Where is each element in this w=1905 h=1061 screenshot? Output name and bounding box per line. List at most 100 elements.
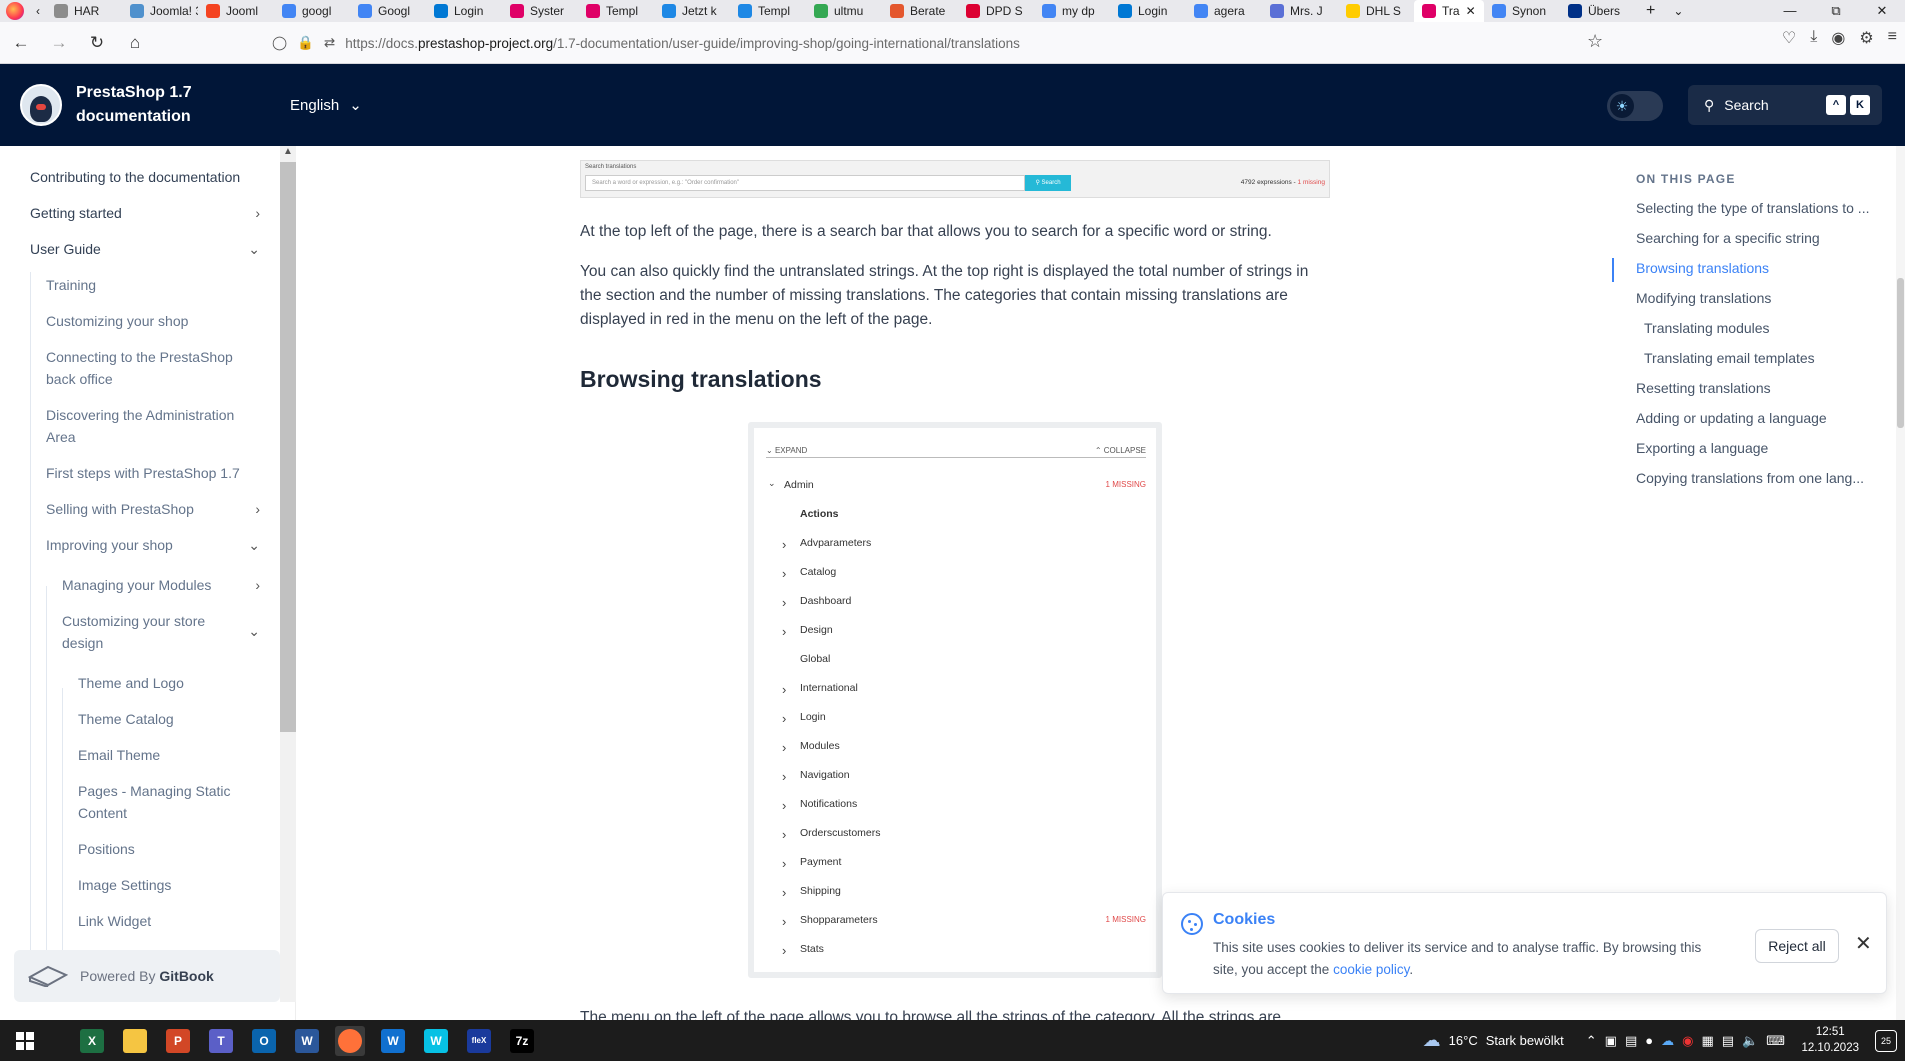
toc-item[interactable]: Copying translations from one lang... (1636, 470, 1876, 486)
sidebar-item-customizing-store-design[interactable]: Customizing your store design ⌄ (62, 610, 260, 654)
chevron-down-icon[interactable]: ⌄ (248, 534, 260, 556)
tray-app-icon[interactable]: ◉ (1682, 1033, 1693, 1049)
page-scrollbar[interactable] (1896, 146, 1905, 1020)
sidebar-item-discovering-admin[interactable]: Discovering the Administration Area (46, 404, 246, 448)
home-icon[interactable]: ⌂ (118, 28, 152, 58)
toc-item[interactable]: Translating email templates (1644, 350, 1884, 366)
shield-icon[interactable]: ◯ (272, 35, 287, 51)
account-icon[interactable]: ◉ (1831, 28, 1845, 48)
firefox-icon[interactable] (335, 1025, 365, 1056)
webex-meetings-icon[interactable]: W (421, 1026, 451, 1056)
search-button[interactable]: ⚲ Search ^ K (1688, 85, 1882, 125)
toc-item[interactable]: Exporting a language (1636, 440, 1876, 456)
toc-item[interactable]: Selecting the type of translations to ..… (1636, 200, 1876, 216)
windows-start-icon[interactable] (10, 1026, 40, 1056)
firefox-menu-icon[interactable] (6, 2, 24, 20)
browser-tab[interactable]: Syster (502, 0, 578, 22)
browser-tab[interactable]: Jooml (198, 0, 274, 22)
toc-item[interactable]: Modifying translations (1636, 290, 1876, 306)
webex-icon[interactable]: W (378, 1026, 408, 1056)
weather-cloud-icon[interactable]: ☁ (1423, 1030, 1441, 1051)
browser-tab[interactable]: Übers (1560, 0, 1636, 22)
sidebar-item-pages-static-content[interactable]: Pages - Managing Static Content (78, 780, 248, 824)
teams-icon[interactable]: T (206, 1026, 236, 1056)
lock-icon[interactable]: 🔒 (297, 35, 314, 51)
chevron-right-icon[interactable]: › (255, 498, 260, 520)
sidebar-item-first-steps[interactable]: First steps with PrestaShop 1.7 (46, 462, 260, 484)
list-all-tabs-icon[interactable]: ⌄ (1673, 4, 1683, 18)
sidebar-item-theme-catalog[interactable]: Theme Catalog (78, 708, 260, 730)
downloads-icon[interactable]: ⤓ (1810, 28, 1817, 48)
prestashop-logo[interactable] (20, 84, 62, 126)
sidebar-scroll-thumb[interactable] (280, 162, 296, 732)
taskbar-clock[interactable]: 12:51 12.10.2023 (1801, 1024, 1859, 1056)
reload-icon[interactable]: ↻ (80, 28, 114, 58)
word-icon[interactable]: W (292, 1026, 322, 1056)
toc-item[interactable]: Translating modules (1644, 320, 1884, 336)
browser-tab[interactable]: agera (1186, 0, 1262, 22)
7zip-icon[interactable]: 7z (507, 1026, 537, 1056)
weather-desc[interactable]: Stark bewölkt (1486, 1033, 1564, 1048)
sidebar-item-image-settings[interactable]: Image Settings (78, 874, 260, 896)
site-title[interactable]: PrestaShop 1.7 documentation (76, 81, 236, 129)
sidebar-item-contributing[interactable]: Contributing to the documentation (30, 166, 270, 188)
reject-all-button[interactable]: Reject all (1755, 929, 1839, 963)
back-icon[interactable]: ← (4, 28, 38, 58)
browser-tab[interactable]: my dp (1034, 0, 1110, 22)
tray-app-icon[interactable]: ▦ (1701, 1033, 1713, 1049)
browser-tab[interactable]: Synon (1484, 0, 1560, 22)
notification-center-icon[interactable]: 25 (1875, 1030, 1897, 1052)
flex-icon[interactable]: fleX (464, 1026, 494, 1056)
url-bar[interactable]: ◯ 🔒 ⇄ https://docs.prestashop-project.or… (262, 28, 1622, 58)
browser-tab[interactable]: Berate (882, 0, 958, 22)
close-tab-icon[interactable]: ✕ (1466, 4, 1476, 18)
outlook-icon[interactable]: O (249, 1026, 279, 1056)
weather-temp[interactable]: 16°C (1449, 1033, 1478, 1048)
sidebar-item-connecting-back-office[interactable]: Connecting to the PrestaShop back office (46, 346, 246, 390)
minimize-window-icon[interactable]: — (1767, 3, 1813, 19)
section-heading-browsing[interactable]: Browsing translations (580, 366, 822, 393)
onedrive-icon[interactable]: ☁ (1661, 1033, 1674, 1049)
browser-tab[interactable]: Login (426, 0, 502, 22)
pocket-icon[interactable]: ♡ (1782, 28, 1796, 48)
toc-item[interactable]: Adding or updating a language (1636, 410, 1876, 426)
language-selector[interactable]: English ⌄ (290, 96, 362, 115)
tray-app-icon[interactable]: ▣ (1605, 1033, 1617, 1049)
file-explorer-icon[interactable] (120, 1026, 150, 1056)
browser-tab[interactable]: ultmu (806, 0, 882, 22)
forward-icon[interactable]: → (42, 28, 76, 58)
browser-tab[interactable]: Joomla! 3 (122, 0, 198, 22)
sidebar-item-positions[interactable]: Positions (78, 838, 260, 860)
browser-tab[interactable]: Login (1110, 0, 1186, 22)
tab-list-back-icon[interactable]: ‹ (36, 4, 40, 18)
toc-item[interactable]: Searching for a specific string (1636, 230, 1876, 246)
browser-tab[interactable]: Templ (730, 0, 806, 22)
browser-tab[interactable]: Mrs. J (1262, 0, 1338, 22)
restore-window-icon[interactable]: ⧉ (1813, 3, 1859, 19)
sidebar-item-email-theme[interactable]: Email Theme (78, 744, 260, 766)
bookmark-star-icon[interactable]: ☆ (1587, 31, 1603, 52)
tray-overflow-icon[interactable]: ⌃ (1586, 1033, 1597, 1049)
browser-tab[interactable]: Jetzt k (654, 0, 730, 22)
keyboard-icon[interactable]: ⌨ (1766, 1033, 1785, 1049)
network-icon[interactable]: ▤ (1722, 1033, 1734, 1049)
new-tab-icon[interactable]: + (1646, 2, 1655, 20)
url-text[interactable]: https://docs.prestashop-project.org/1.7-… (345, 36, 1020, 51)
browser-tab[interactable]: googl (274, 0, 350, 22)
sidebar-item-customizing-shop[interactable]: Customizing your shop (46, 310, 260, 332)
sidebar-item-getting-started[interactable]: Getting started › (30, 202, 260, 224)
sidebar-item-managing-modules[interactable]: Managing your Modules › (62, 574, 260, 596)
chevron-right-icon[interactable]: › (255, 574, 260, 596)
toc-item[interactable]: Resetting translations (1636, 380, 1876, 396)
powerpoint-icon[interactable]: P (163, 1026, 193, 1056)
sidebar-item-improving-shop[interactable]: Improving your shop ⌄ (46, 534, 260, 556)
volume-icon[interactable]: 🔈 (1742, 1033, 1758, 1049)
page-scroll-thumb[interactable] (1897, 278, 1904, 428)
cookie-policy-link[interactable]: cookie policy (1333, 962, 1409, 977)
browser-tab[interactable]: Googl (350, 0, 426, 22)
close-icon[interactable]: ✕ (1855, 931, 1872, 956)
browser-tab[interactable]: Tra ✕ (1414, 0, 1484, 22)
sidebar-item-user-guide[interactable]: User Guide ⌄ (30, 238, 260, 260)
extensions-icon[interactable]: ⚙ (1859, 28, 1873, 48)
browser-tab[interactable]: DPD S (958, 0, 1034, 22)
